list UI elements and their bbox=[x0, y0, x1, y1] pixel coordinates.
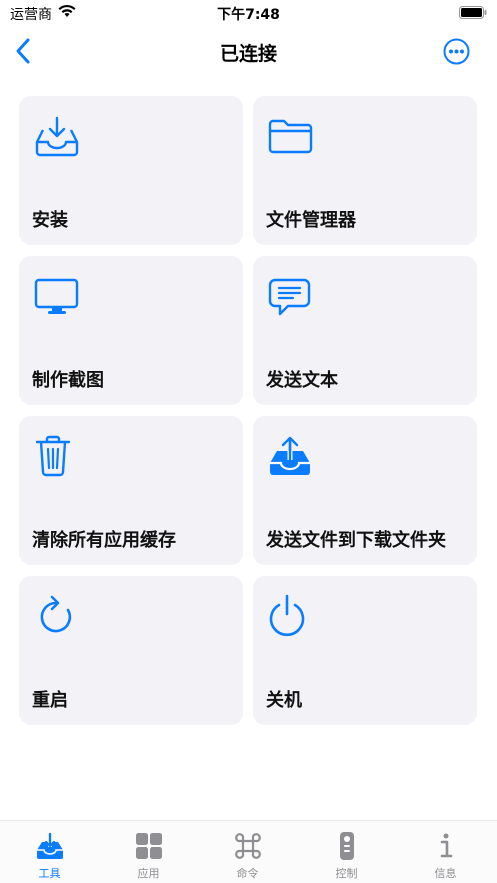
restart-tile[interactable]: 重启 bbox=[19, 576, 243, 725]
tab-info[interactable]: 信息 bbox=[396, 821, 495, 883]
tab-commands[interactable]: 命令 bbox=[198, 821, 297, 883]
send-text-label: 发送文本 bbox=[266, 370, 338, 391]
command-icon bbox=[235, 833, 261, 859]
tab-tools[interactable]: 工具 bbox=[0, 821, 99, 883]
trash-icon bbox=[35, 435, 71, 477]
page-title: 已连接 bbox=[219, 43, 277, 65]
tab-bar: 工具 应用 命令 控制 信息 bbox=[0, 820, 497, 883]
display-icon bbox=[34, 278, 79, 314]
shutdown-tile[interactable]: 关机 bbox=[253, 576, 477, 725]
send-file-tile[interactable]: 发送文件到下载文件夹 bbox=[253, 416, 477, 565]
apps-grid-icon bbox=[136, 833, 162, 859]
tab-control[interactable]: 控制 bbox=[297, 821, 396, 883]
clear-cache-tile[interactable]: 清除所有应用缓存 bbox=[19, 416, 243, 565]
screenshot-label: 制作截图 bbox=[32, 370, 104, 391]
folder-icon bbox=[268, 119, 313, 154]
restart-icon bbox=[40, 595, 72, 633]
restart-label: 重启 bbox=[32, 690, 68, 711]
install-tile[interactable]: 安装 bbox=[19, 96, 243, 245]
file-manager-tile[interactable]: 文件管理器 bbox=[253, 96, 477, 245]
screenshot-tile[interactable]: 制作截图 bbox=[19, 256, 243, 405]
navigation-bar: 已连接 bbox=[0, 30, 497, 74]
upload-tray-icon bbox=[270, 436, 310, 475]
more-options-icon[interactable] bbox=[443, 38, 470, 65]
tab-control-label: 控制 bbox=[335, 867, 358, 880]
tab-commands-label: 命令 bbox=[236, 867, 259, 880]
status-time: 下午7:48 bbox=[217, 7, 280, 23]
info-icon bbox=[440, 833, 453, 858]
tab-tools-label: 工具 bbox=[38, 867, 61, 880]
tab-info-label: 信息 bbox=[434, 867, 457, 880]
power-icon bbox=[269, 594, 305, 637]
battery-icon bbox=[459, 6, 487, 19]
message-bubble-icon bbox=[268, 278, 311, 316]
shutdown-label: 关机 bbox=[266, 690, 302, 711]
install-label: 安装 bbox=[32, 210, 68, 231]
tab-apps[interactable]: 应用 bbox=[99, 821, 198, 883]
file-manager-label: 文件管理器 bbox=[266, 210, 356, 231]
send-text-tile[interactable]: 发送文本 bbox=[253, 256, 477, 405]
remote-icon bbox=[340, 832, 354, 860]
send-file-label: 发送文件到下载文件夹 bbox=[266, 530, 446, 551]
status-bar: 运营商 下午7:48 bbox=[0, 0, 497, 26]
tools-tray-icon bbox=[37, 832, 63, 859]
install-tray-icon bbox=[35, 116, 79, 157]
tab-apps-label: 应用 bbox=[137, 867, 160, 880]
clear-cache-label: 清除所有应用缓存 bbox=[32, 530, 176, 551]
